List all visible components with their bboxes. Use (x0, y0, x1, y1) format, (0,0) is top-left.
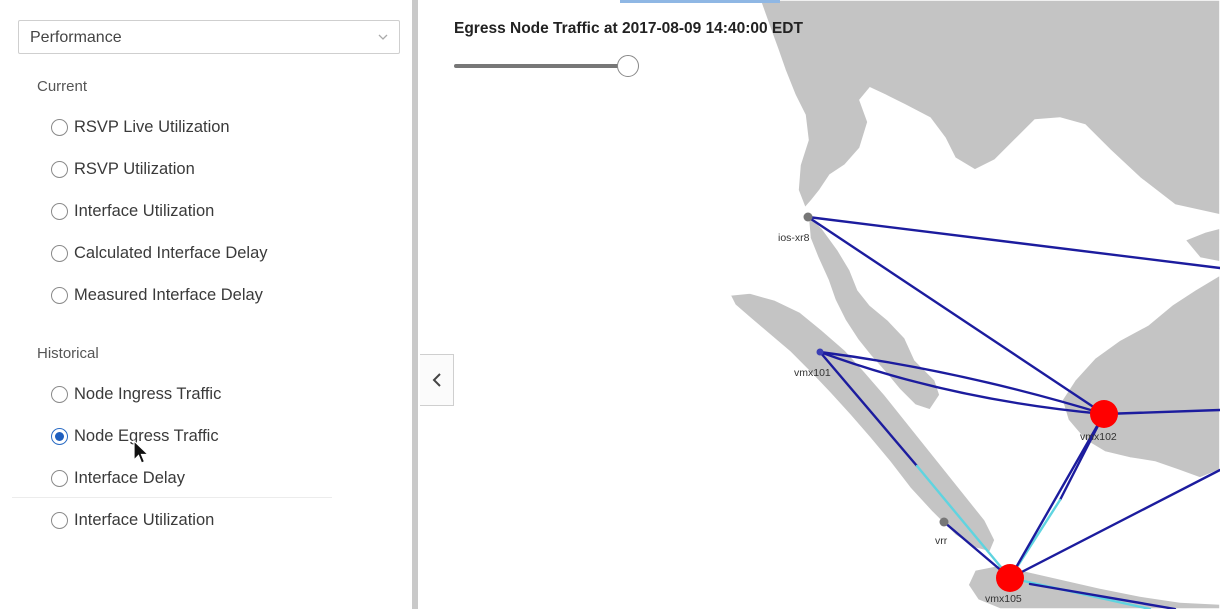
radio-label: Calculated Interface Delay (74, 243, 268, 262)
radio-button[interactable] (51, 202, 68, 220)
node-vmx102[interactable] (1090, 400, 1118, 428)
node-label-ios-xr8: ios-xr8 (778, 232, 810, 244)
node-ios-xr8[interactable] (803, 212, 813, 222)
radio-button[interactable] (51, 160, 68, 178)
radio-label: Interface Utilization (74, 510, 215, 529)
radio-button[interactable] (51, 244, 68, 262)
radio-label: Interface Utilization (74, 201, 215, 220)
node-label-vmx101: vmx101 (794, 367, 831, 379)
node-vmx101[interactable] (816, 348, 824, 356)
link-iosxr8-east (806, 215, 1220, 270)
radio-label: RSVP Live Utilization (74, 117, 230, 136)
radio-interface-utilization-historical[interactable]: Interface Utilization (51, 508, 214, 532)
node-vrr[interactable] (939, 517, 949, 527)
time-slider-thumb[interactable] (617, 55, 639, 77)
chevron-left-icon (432, 373, 441, 387)
layer-type-dropdown[interactable]: Performance (18, 20, 400, 54)
radio-calculated-interface-delay[interactable]: Calculated Interface Delay (51, 241, 268, 265)
map-land (728, 0, 1220, 609)
map-canvas[interactable]: ios-xr8 vmx101 vmx102 vmx105 vrr (418, 0, 1220, 609)
radio-button[interactable] (51, 385, 68, 403)
collapse-panel-button[interactable] (420, 354, 454, 406)
radio-interface-utilization-current[interactable]: Interface Utilization (51, 199, 214, 223)
radio-label: Node Ingress Traffic (74, 384, 222, 403)
historical-section-label: Historical (37, 345, 99, 362)
radio-node-ingress-traffic[interactable]: Node Ingress Traffic (51, 382, 221, 406)
land-sulawesi-edge (1183, 227, 1220, 263)
radio-label: Interface Delay (74, 468, 185, 487)
time-slider-track[interactable] (454, 64, 630, 68)
radio-button[interactable] (51, 511, 68, 529)
dropdown-selected-value: Performance (30, 29, 122, 46)
chevron-down-icon (378, 34, 388, 40)
node-label-vmx102: vmx102 (1080, 431, 1117, 443)
radio-rsvp-live-utilization[interactable]: RSVP Live Utilization (51, 115, 230, 139)
radio-interface-delay[interactable]: Interface Delay (51, 466, 185, 490)
node-label-vmx105: vmx105 (985, 593, 1022, 605)
current-section-label: Current (37, 78, 88, 95)
radio-button[interactable] (51, 118, 68, 136)
radio-button-selected[interactable] (51, 427, 68, 445)
node-label-vrr: vrr (935, 535, 948, 547)
radio-measured-interface-delay[interactable]: Measured Interface Delay (51, 283, 263, 307)
topology-map[interactable]: ios-xr8 vmx101 vmx102 vmx105 vrr (418, 0, 1220, 609)
divider (12, 497, 332, 498)
node-vmx105[interactable] (996, 564, 1024, 592)
radio-rsvp-utilization[interactable]: RSVP Utilization (51, 157, 195, 181)
radio-label: RSVP Utilization (74, 159, 195, 178)
mouse-pointer-icon (133, 440, 150, 464)
radio-label: Measured Interface Delay (74, 285, 263, 304)
radio-button[interactable] (51, 286, 68, 304)
map-title: Egress Node Traffic at 2017-08-09 14:40:… (454, 20, 803, 37)
layer-options-panel: Performance Current RSVP Live Utilizatio… (0, 0, 412, 609)
land-indochina (759, 0, 1220, 216)
link-vmx101-vmx105-b (915, 464, 1012, 580)
radio-button[interactable] (51, 469, 68, 487)
top-accent-bar (620, 0, 780, 3)
